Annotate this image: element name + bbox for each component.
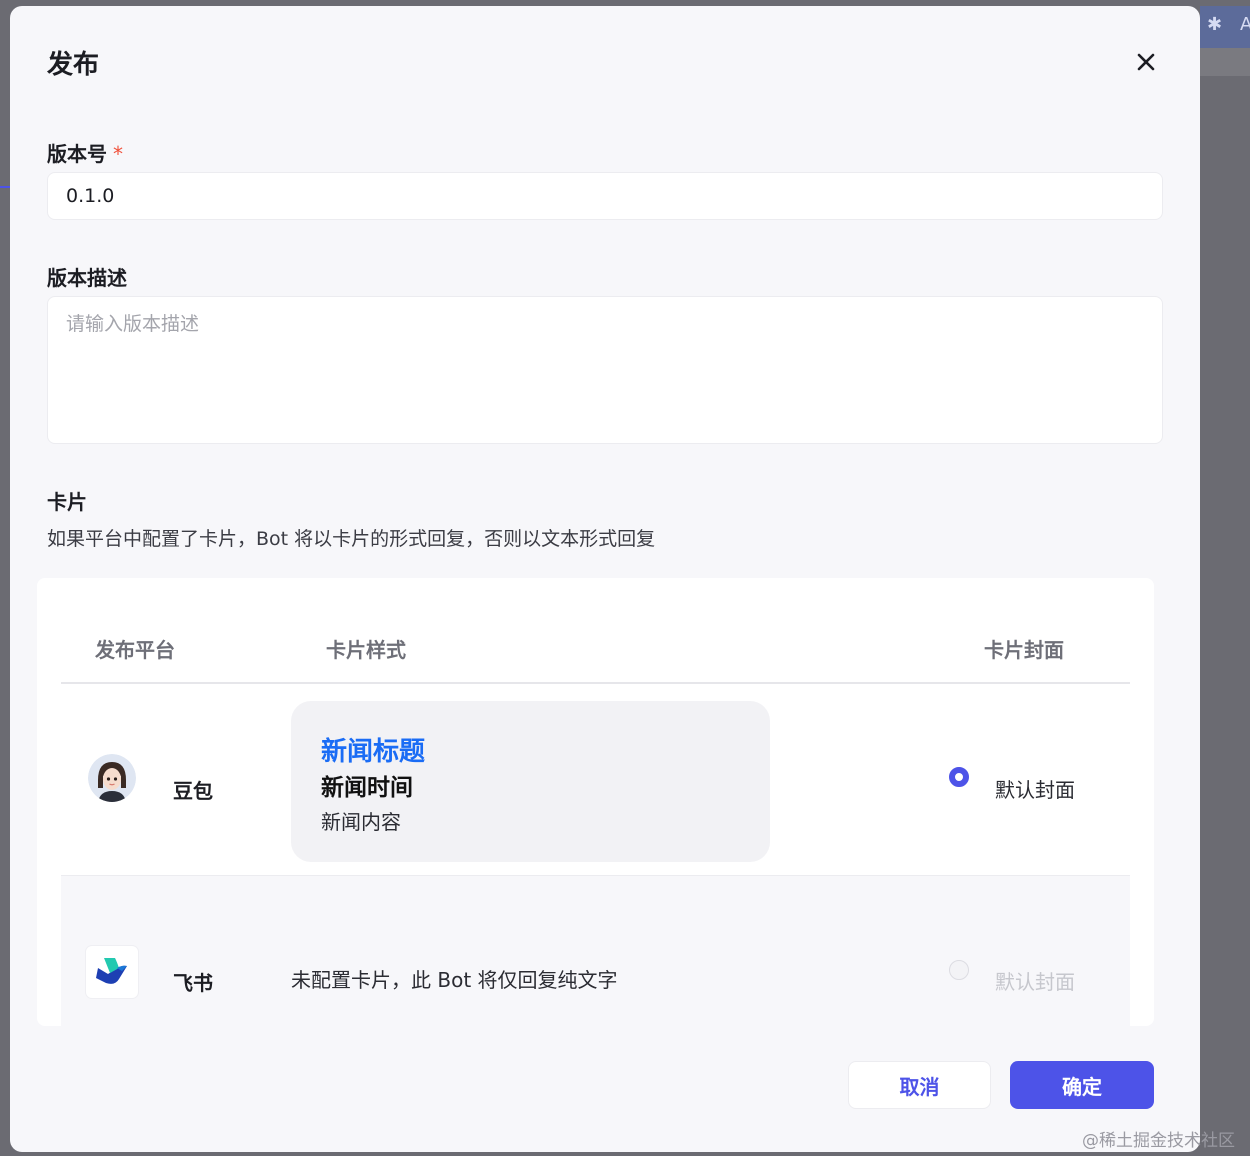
description-label: 版本描述 bbox=[47, 266, 127, 290]
background-toolbar-letter: A bbox=[1240, 14, 1250, 35]
doubao-avatar bbox=[88, 754, 136, 802]
version-input[interactable] bbox=[47, 172, 1163, 220]
confirm-button[interactable]: 确定 bbox=[1010, 1061, 1154, 1109]
card-preview-time: 新闻时间 bbox=[321, 775, 413, 801]
default-cover-radio-doubao[interactable] bbox=[949, 767, 969, 787]
default-cover-radio-feishu bbox=[949, 960, 969, 980]
dialog-title: 发布 bbox=[47, 50, 100, 80]
version-label-text: 版本号 bbox=[47, 142, 107, 166]
version-label: 版本号 * bbox=[47, 138, 123, 167]
platform-name-feishu: 飞书 bbox=[173, 971, 213, 995]
required-mark: * bbox=[113, 142, 123, 166]
no-card-note: 未配置卡片，此 Bot 将仅回复纯文字 bbox=[291, 968, 618, 992]
platform-name-doubao: 豆包 bbox=[173, 779, 213, 803]
description-textarea[interactable] bbox=[47, 296, 1163, 444]
column-header-platform: 发布平台 bbox=[95, 638, 175, 662]
close-icon bbox=[1137, 53, 1155, 71]
card-preview: 新闻标题 新闻时间 新闻内容 bbox=[291, 701, 770, 862]
default-cover-label-doubao[interactable]: 默认封面 bbox=[995, 774, 1075, 803]
background-panel bbox=[1200, 48, 1250, 76]
cancel-button[interactable]: 取消 bbox=[848, 1061, 991, 1109]
card-section-hint: 如果平台中配置了卡片，Bot 将以卡片的形式回复，否则以文本形式回复 bbox=[47, 528, 656, 550]
watermark: @稀土掘金技术社区 bbox=[1082, 1131, 1235, 1151]
table-row bbox=[61, 876, 1130, 1026]
column-header-card-style: 卡片样式 bbox=[326, 638, 406, 662]
column-header-card-cover: 卡片封面 bbox=[984, 638, 1064, 662]
feishu-logo-icon bbox=[86, 946, 138, 998]
background-accent-line bbox=[0, 186, 10, 188]
default-cover-label-feishu: 默认封面 bbox=[995, 970, 1075, 994]
table-row-divider bbox=[61, 875, 1130, 876]
card-preview-content: 新闻内容 bbox=[321, 810, 401, 834]
card-preview-title: 新闻标题 bbox=[321, 737, 426, 767]
close-button[interactable] bbox=[1130, 46, 1162, 78]
table-header-divider bbox=[61, 682, 1130, 684]
card-section-title: 卡片 bbox=[47, 490, 87, 514]
puzzle-icon: ✱ bbox=[1207, 14, 1223, 35]
